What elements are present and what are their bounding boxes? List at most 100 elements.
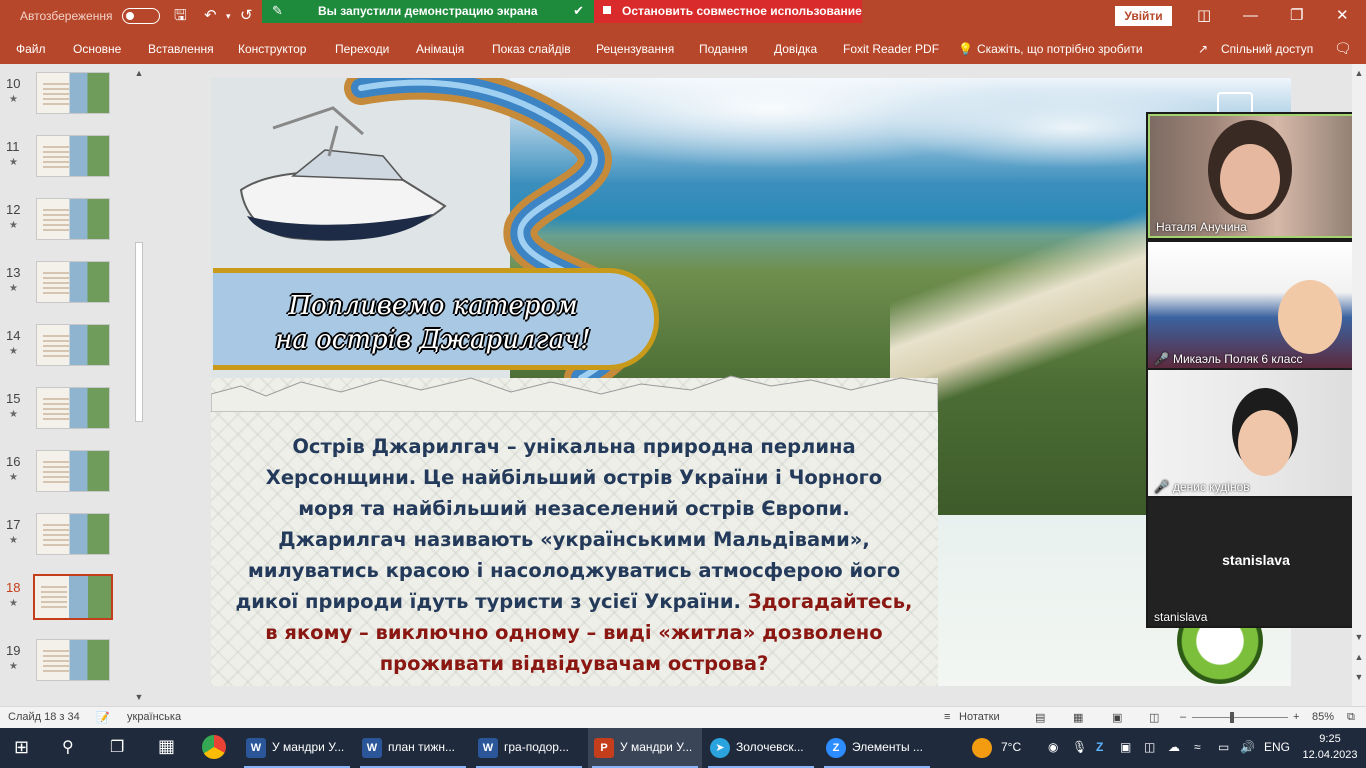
scroll-up-icon[interactable]: ▲ — [132, 66, 146, 80]
microphone-icon[interactable]: 🎙 — [1072, 740, 1087, 754]
sign-in-button[interactable]: Увійти — [1115, 6, 1172, 26]
scroll-down-icon[interactable]: ▼ — [1352, 632, 1366, 642]
scroll-up-icon[interactable]: ▲ — [1352, 68, 1366, 78]
zoom-in-icon[interactable]: + — [1293, 711, 1299, 723]
thumbnail-image[interactable] — [36, 198, 110, 240]
normal-view-icon[interactable]: ▤ — [1035, 711, 1045, 724]
thumbnail-slide-17[interactable]: 17 ★ — [0, 511, 132, 569]
search-icon[interactable]: ⚲ — [62, 737, 74, 757]
restore-icon[interactable]: ❐ — [1290, 7, 1303, 25]
taskbar-app[interactable]: Z Элементы ... — [820, 728, 934, 768]
app-tray-icon[interactable]: ▣ — [1120, 740, 1131, 754]
wifi-icon[interactable]: ≈ — [1194, 740, 1201, 754]
task-view-icon[interactable]: ❐ — [110, 737, 124, 757]
slide-title[interactable]: Попливемо катером на острів Джарилгач! — [213, 289, 653, 357]
language-indicator[interactable]: українська — [127, 711, 181, 723]
device-tray-icon[interactable]: ◫ — [1144, 740, 1155, 754]
thumbnail-image[interactable] — [36, 450, 110, 492]
participant-tile[interactable]: 🎤 денис кудінов — [1148, 370, 1364, 496]
tab-file[interactable]: Файл — [16, 42, 46, 56]
share-button[interactable]: Спільний доступ — [1221, 42, 1313, 56]
zoom-tray-icon[interactable]: Z — [1096, 740, 1103, 754]
thumbnail-slide-15[interactable]: 15 ★ — [0, 385, 132, 443]
reading-view-icon[interactable]: ▣ — [1112, 711, 1122, 724]
thumbnail-image[interactable] — [36, 261, 110, 303]
undo-dropdown-icon[interactable]: ▾ — [226, 7, 231, 25]
tab-animations[interactable]: Анімація — [416, 42, 464, 56]
thumbnail-slide-13[interactable]: 13 ★ — [0, 259, 132, 317]
autosave-toggle[interactable] — [122, 8, 160, 24]
weather-icon[interactable] — [972, 738, 992, 758]
thumbnail-slide-16[interactable]: 16 ★ — [0, 448, 132, 506]
cloud-icon[interactable]: ☁ — [1168, 740, 1180, 754]
ribbon-display-icon[interactable]: ◫ — [1197, 7, 1211, 25]
tab-design[interactable]: Конструктор — [238, 42, 306, 56]
tab-transitions[interactable]: Переходи — [335, 42, 389, 56]
thumbnail-image[interactable] — [33, 574, 113, 620]
thumbnail-image[interactable] — [36, 72, 110, 114]
taskbar-app[interactable]: W план тижн... — [356, 728, 470, 768]
taskbar-app[interactable]: ➤ Золочевск... — [704, 728, 818, 768]
close-icon[interactable]: ✕ — [1336, 7, 1349, 25]
notes-button[interactable]: Нотатки — [959, 711, 1000, 723]
thumbnail-image[interactable] — [36, 639, 110, 681]
tab-insert[interactable]: Вставлення — [148, 42, 214, 56]
tab-help[interactable]: Довідка — [774, 42, 817, 56]
pen-icon[interactable]: ✎ — [272, 3, 283, 19]
animation-star-icon: ★ — [9, 409, 18, 420]
thumbnail-slide-12[interactable]: 12 ★ — [0, 196, 132, 254]
slide-body-text[interactable]: Острів Джарилгач – унікальна природна пе… — [235, 431, 913, 679]
keyboard-language[interactable]: ENG — [1264, 740, 1290, 754]
scroll-down-icon[interactable]: ▼ — [132, 690, 146, 704]
tab-home[interactable]: Основне — [73, 42, 121, 56]
spellcheck-icon[interactable]: 📝 — [96, 711, 110, 724]
chrome-icon[interactable] — [202, 735, 226, 759]
next-slide-icon[interactable]: ▼ — [1352, 672, 1366, 682]
fit-slide-icon[interactable]: ⧉ — [1347, 711, 1355, 724]
thumbnail-image[interactable] — [36, 135, 110, 177]
redo-icon[interactable]: ↺ — [240, 7, 253, 25]
tab-view[interactable]: Подання — [699, 42, 747, 56]
slideshow-icon[interactable]: ◫ — [1149, 711, 1159, 724]
participant-tile[interactable]: stanislava stanislava — [1148, 498, 1364, 626]
tab-foxit[interactable]: Foxit Reader PDF — [843, 42, 939, 56]
thumbnail-slide-11[interactable]: 11 ★ — [0, 133, 132, 191]
save-icon[interactable]: 🖫 — [174, 7, 187, 25]
zoom-slider-thumb[interactable] — [1230, 712, 1234, 723]
thumbnails-scrollbar[interactable]: ▲ ▼ — [132, 66, 146, 704]
prev-slide-icon[interactable]: ▲ — [1352, 652, 1366, 662]
zoom-out-icon[interactable]: – — [1180, 711, 1186, 723]
participant-tile[interactable]: 🎤 Микаэль Поляк 6 класс — [1148, 242, 1364, 368]
editor-scrollbar[interactable]: ▲ ▼ ▲ ▼ — [1352, 64, 1366, 706]
participant-tile[interactable]: Наталя Анучина — [1148, 114, 1364, 238]
battery-icon[interactable]: ▭ — [1218, 740, 1229, 754]
tell-me-search[interactable]: Скажіть, що потрібно зробити — [977, 42, 1143, 56]
zoom-slider[interactable] — [1192, 717, 1288, 718]
scrollbar-thumb[interactable] — [135, 242, 143, 422]
volume-icon[interactable]: 🔊 — [1240, 740, 1255, 754]
thumbnail-image[interactable] — [36, 513, 110, 555]
slide-sorter-icon[interactable]: ▦ — [1073, 711, 1083, 724]
minimize-icon[interactable]: — — [1243, 7, 1258, 25]
stop-share-button[interactable]: Остановить совместное использование — [594, 0, 862, 23]
windows-start-icon[interactable]: ⊞ — [14, 737, 29, 758]
zoom-level[interactable]: 85% — [1312, 711, 1334, 723]
comments-icon[interactable]: 🗨 — [1334, 40, 1352, 57]
chrome-tray-icon[interactable]: ◉ — [1048, 740, 1058, 754]
taskbar-app[interactable]: W гра-подор... — [472, 728, 586, 768]
thumbnail-image[interactable] — [36, 387, 110, 429]
clock[interactable]: 9:25 12.04.2023 — [1300, 731, 1360, 763]
thumbnail-slide-14[interactable]: 14 ★ — [0, 322, 132, 380]
tab-slideshow[interactable]: Показ слайдів — [492, 42, 571, 56]
taskbar-app-active[interactable]: P У мандри У... — [588, 728, 702, 768]
tab-review[interactable]: Рецензування — [596, 42, 674, 56]
thumbnail-image[interactable] — [36, 324, 110, 366]
thumbnail-slide-18-selected[interactable]: 18 ★ — [0, 574, 132, 632]
thumbnail-slide-19[interactable]: 19 ★ — [0, 637, 132, 695]
current-slide[interactable]: Попливемо катером на острів Джарилгач! О… — [211, 78, 1291, 686]
weather-temperature[interactable]: 7°C — [1001, 740, 1021, 754]
calculator-icon[interactable]: ▦ — [158, 736, 175, 757]
undo-icon[interactable]: ↶ — [204, 7, 217, 25]
taskbar-app[interactable]: W У мандри У... — [240, 728, 354, 768]
thumbnail-slide-10[interactable]: 10 ★ — [0, 70, 132, 128]
